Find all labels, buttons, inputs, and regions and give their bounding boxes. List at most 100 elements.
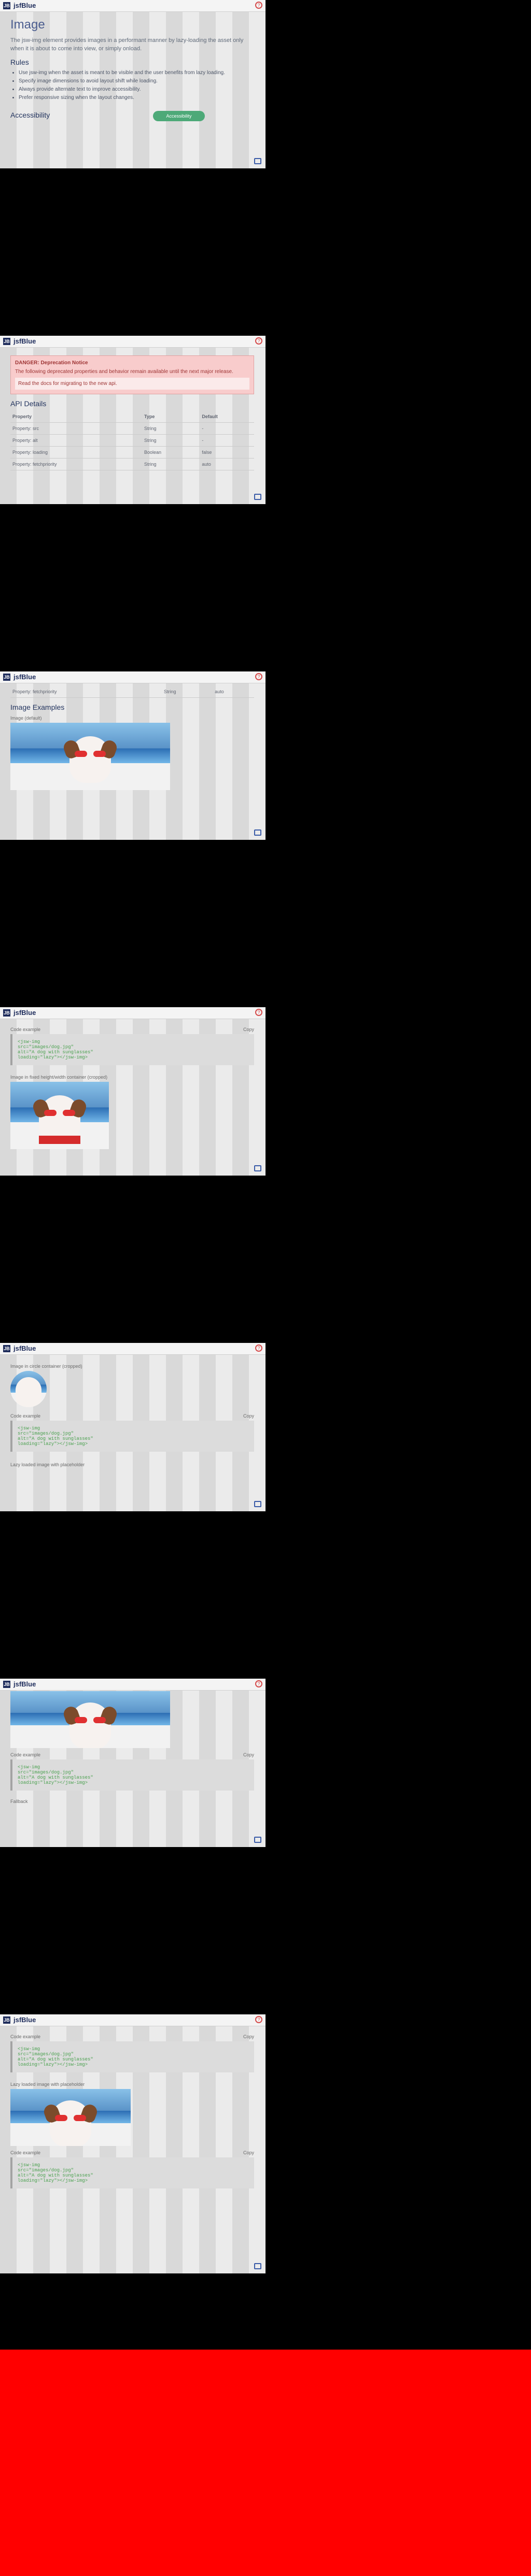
deprecation-alert: DANGER: Deprecation Notice The following… [10,355,254,394]
accessibility-title-text: Accessibility [10,111,50,119]
dog-face [16,1377,41,1407]
example-label-row: Image (default) [10,715,254,721]
copy-button[interactable]: Copy [243,1752,254,1757]
table-cell: Property: loading [10,446,142,459]
brand-logo[interactable]: JB [3,2,10,9]
lens-icon [74,2115,86,2121]
code-label-row: Code example Copy [10,2034,254,2039]
code-label-row: Code example Copy [10,2150,254,2155]
brand-name[interactable]: jsfBlue [13,337,36,345]
chat-icon[interactable] [254,1837,261,1843]
frame-4: JB jsfBlue ? Code example Copy <jsw-img … [0,1007,266,1176]
table-cell: String [142,434,200,447]
accessibility-button[interactable]: Accessibility [153,111,205,121]
table-cell: String [161,686,213,698]
code-label: Code example [10,2150,41,2155]
rules-title: Rules [10,58,29,66]
help-icon[interactable]: ? [255,1344,262,1352]
dog-face [62,1702,119,1748]
table-cell: Property: fetchpriority [10,686,162,698]
help-icon[interactable]: ? [255,337,262,345]
chat-icon[interactable] [254,1501,261,1507]
deprecation-title: DANGER: Deprecation Notice [15,360,88,366]
accessibility-title: Accessibility Accessibility [10,111,254,121]
topbar: JB jsfBlue ? [0,671,266,683]
table-cell: Property: alt [10,434,142,447]
table-cell: false [200,446,254,459]
table-header: Type [142,411,200,423]
sunglasses-icon [75,1717,106,1723]
chat-icon[interactable] [254,829,261,836]
help-icon[interactable]: ? [255,1009,262,1016]
example-label-row: Lazy loaded image with placeholder [10,2082,254,2087]
deprecation-body: The following deprecated properties and … [15,369,233,375]
table-cell: Property: src [10,422,142,435]
brand-logo[interactable]: JB [3,1009,10,1017]
help-icon[interactable]: ? [255,673,262,680]
code-label-row: Code example Copy [10,1413,254,1419]
code-label: Code example [10,1413,41,1419]
table-cell: String [142,458,200,470]
frame-1: JB jsfBlue ? Image The jsw-img element p… [0,0,266,168]
brand-logo[interactable]: JB [3,338,10,345]
page-title: Image [10,18,45,32]
help-icon[interactable]: ? [255,1680,262,1687]
code-label: Code example [10,1027,41,1032]
chat-icon[interactable] [254,494,261,500]
brand-logo[interactable]: JB [3,2016,10,2024]
code-label: Code example [10,1752,41,1757]
brand-name[interactable]: jsfBlue [13,673,36,681]
red-background-block [0,2350,531,2576]
copy-button[interactable]: Copy [243,2150,254,2155]
frame-3: JB jsfBlue ? Property: fetchpriority Str… [0,671,266,840]
example-label: Lazy loaded image with placeholder [10,2082,85,2087]
dog-image [10,1082,109,1149]
brand-logo[interactable]: JB [3,1345,10,1352]
copy-button[interactable]: Copy [243,1027,254,1032]
brand-name[interactable]: jsfBlue [13,1680,36,1688]
dog-image [10,723,170,790]
dog-face [42,2100,99,2146]
example-label: Image in fixed height/width container (c… [10,1075,108,1080]
table-cell: auto [213,686,254,698]
frame-5: JB jsfBlue ? Image in circle container (… [0,1343,266,1511]
frame-6: JB jsfBlue ? Code example Copy <jsw-img … [0,1679,266,1847]
example-label-row: Lazy loaded image with placeholder [10,1462,254,1467]
api-table: Property Type Default Property: src Stri… [10,411,254,470]
topbar: JB jsfBlue ? [0,1679,266,1691]
table-header: Default [200,411,254,423]
code-block: <jsw-img src="images/dog.jpg" alt="A dog… [10,2157,254,2188]
copy-button[interactable]: Copy [243,1413,254,1419]
rules-item: Always provide alternate text to improve… [19,86,254,93]
brand-logo[interactable]: JB [3,674,10,681]
page-content: Code example Copy <jsw-img src="images/d… [10,1023,254,1149]
lens-icon [75,1717,87,1723]
chat-icon[interactable] [254,1165,261,1171]
chat-icon[interactable] [254,2263,261,2269]
topbar: JB jsfBlue ? [0,0,266,12]
sunglasses-icon [75,751,106,757]
table-cell: auto [200,458,254,470]
page-content: Image in circle container (cropped) Code… [10,1359,254,1469]
code-block: <jsw-img src="images/dog.jpg" alt="A dog… [10,1421,254,1452]
brand-name[interactable]: jsfBlue [13,1009,36,1017]
lens-icon [63,1110,75,1116]
brand-logo[interactable]: JB [3,1681,10,1688]
page-content: Code example Copy <jsw-img src="images/d… [10,1691,254,1806]
page-intro: The jsw-img element provides images in a… [10,37,244,52]
page-content: Property: fetchpriority String auto Imag… [10,686,254,790]
copy-button[interactable]: Copy [243,2034,254,2039]
brand-name[interactable]: jsfBlue [13,1344,36,1352]
table-cell: Boolean [142,446,200,459]
table-row: Property: src String - [10,422,254,435]
help-icon[interactable]: ? [255,2,262,9]
help-icon[interactable]: ? [255,2016,262,2023]
topbar: JB jsfBlue ? [0,1007,266,1019]
chat-icon[interactable] [254,158,261,164]
dog-face [31,1095,88,1142]
brand-name[interactable]: jsfBlue [13,2,36,9]
code-label-row: Code example Copy [10,1752,254,1757]
brand-name[interactable]: jsfBlue [13,2016,36,2024]
table-cell: String [142,422,200,435]
api-table-continued: Property: fetchpriority String auto [10,686,254,698]
